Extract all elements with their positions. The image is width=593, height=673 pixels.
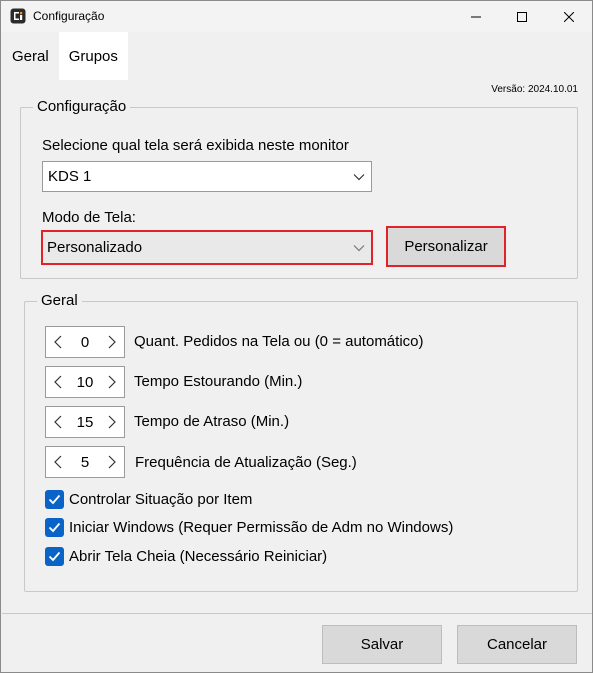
orders-label: Quant. Pedidos na Tela ou (0 = automátic…	[134, 333, 424, 350]
mode-select[interactable]: Personalizado	[41, 230, 373, 265]
app-logo-icon	[10, 8, 26, 24]
overdue-time-stepper[interactable]: 10	[45, 366, 125, 398]
version-label: Versão: 2024.10.01	[491, 84, 578, 95]
decrement-button[interactable]	[51, 373, 65, 391]
footer-bar: Salvar Cancelar	[2, 613, 592, 672]
mode-label: Modo de Tela:	[42, 209, 136, 226]
monitor-select[interactable]: KDS 1	[42, 161, 372, 192]
chevron-right-icon	[108, 415, 116, 429]
delay-time-value: 15	[76, 413, 94, 431]
checkmark-icon	[48, 551, 61, 562]
orders-value: 0	[80, 333, 90, 351]
check-item-status[interactable]: Controlar Situação por Item	[45, 490, 252, 509]
chevron-right-icon	[108, 335, 116, 349]
customize-button[interactable]: Personalizar	[386, 226, 506, 267]
chevron-down-icon	[353, 173, 365, 180]
chevron-left-icon	[54, 335, 62, 349]
check-fullscreen-label: Abrir Tela Cheia (Necessário Reiniciar)	[69, 548, 328, 565]
mode-select-value: Personalizado	[47, 239, 143, 256]
refresh-frequency-label: Frequência de Atualização (Seg.)	[135, 454, 357, 471]
chevron-right-icon	[108, 375, 116, 389]
tab-geral[interactable]: Geral	[2, 32, 59, 80]
refresh-frequency-stepper[interactable]: 5	[45, 446, 125, 478]
chevron-left-icon	[54, 455, 62, 469]
check-item-status-label: Controlar Situação por Item	[69, 491, 253, 508]
decrement-button[interactable]	[51, 333, 65, 351]
orders-stepper[interactable]: 0	[45, 326, 125, 358]
tab-content: Versão: 2024.10.01 Configuração Selecion…	[2, 80, 592, 613]
tab-grupos[interactable]: Grupos	[58, 32, 128, 80]
check-start-windows-label: Iniciar Windows (Requer Permissão de Adm…	[69, 519, 454, 536]
tab-bar: Geral Grupos	[2, 32, 128, 80]
overdue-time-label: Tempo Estourando (Min.)	[134, 373, 303, 390]
check-fullscreen[interactable]: Abrir Tela Cheia (Necessário Reiniciar)	[45, 547, 327, 566]
close-icon	[564, 11, 574, 22]
delay-time-label: Tempo de Atraso (Min.)	[134, 413, 290, 430]
settings-window: Configuração Geral Grupos Versão: 2024.1…	[0, 0, 593, 673]
title-bar[interactable]: Configuração	[1, 1, 592, 32]
config-group-legend: Configuração	[37, 98, 127, 115]
increment-button[interactable]	[105, 413, 119, 431]
delay-time-stepper[interactable]: 15	[45, 406, 125, 438]
checkbox-checked[interactable]	[45, 490, 64, 509]
chevron-left-icon	[54, 375, 62, 389]
checkbox-checked[interactable]	[45, 518, 64, 537]
chevron-right-icon	[108, 455, 116, 469]
decrement-button[interactable]	[51, 413, 65, 431]
overdue-time-value: 10	[76, 373, 94, 391]
refresh-frequency-value: 5	[80, 453, 90, 471]
window-title: Configuração	[33, 9, 105, 23]
general-group-legend: Geral	[41, 292, 78, 309]
close-button[interactable]	[546, 1, 592, 32]
chevron-left-icon	[54, 415, 62, 429]
maximize-button[interactable]	[499, 1, 545, 32]
chevron-down-icon	[353, 244, 365, 251]
checkbox-checked[interactable]	[45, 547, 64, 566]
checkmark-icon	[48, 494, 61, 505]
minimize-icon	[471, 16, 481, 17]
increment-button[interactable]	[105, 453, 119, 471]
increment-button[interactable]	[105, 333, 119, 351]
cancel-button[interactable]: Cancelar	[457, 625, 577, 664]
maximize-icon	[517, 11, 527, 22]
check-start-windows[interactable]: Iniciar Windows (Requer Permissão de Adm…	[45, 518, 453, 537]
decrement-button[interactable]	[51, 453, 65, 471]
minimize-button[interactable]	[453, 1, 499, 32]
save-button[interactable]: Salvar	[322, 625, 442, 664]
monitor-label: Selecione qual tela será exibida neste m…	[42, 137, 349, 154]
increment-button[interactable]	[105, 373, 119, 391]
checkmark-icon	[48, 522, 61, 533]
monitor-select-value: KDS 1	[48, 168, 92, 185]
